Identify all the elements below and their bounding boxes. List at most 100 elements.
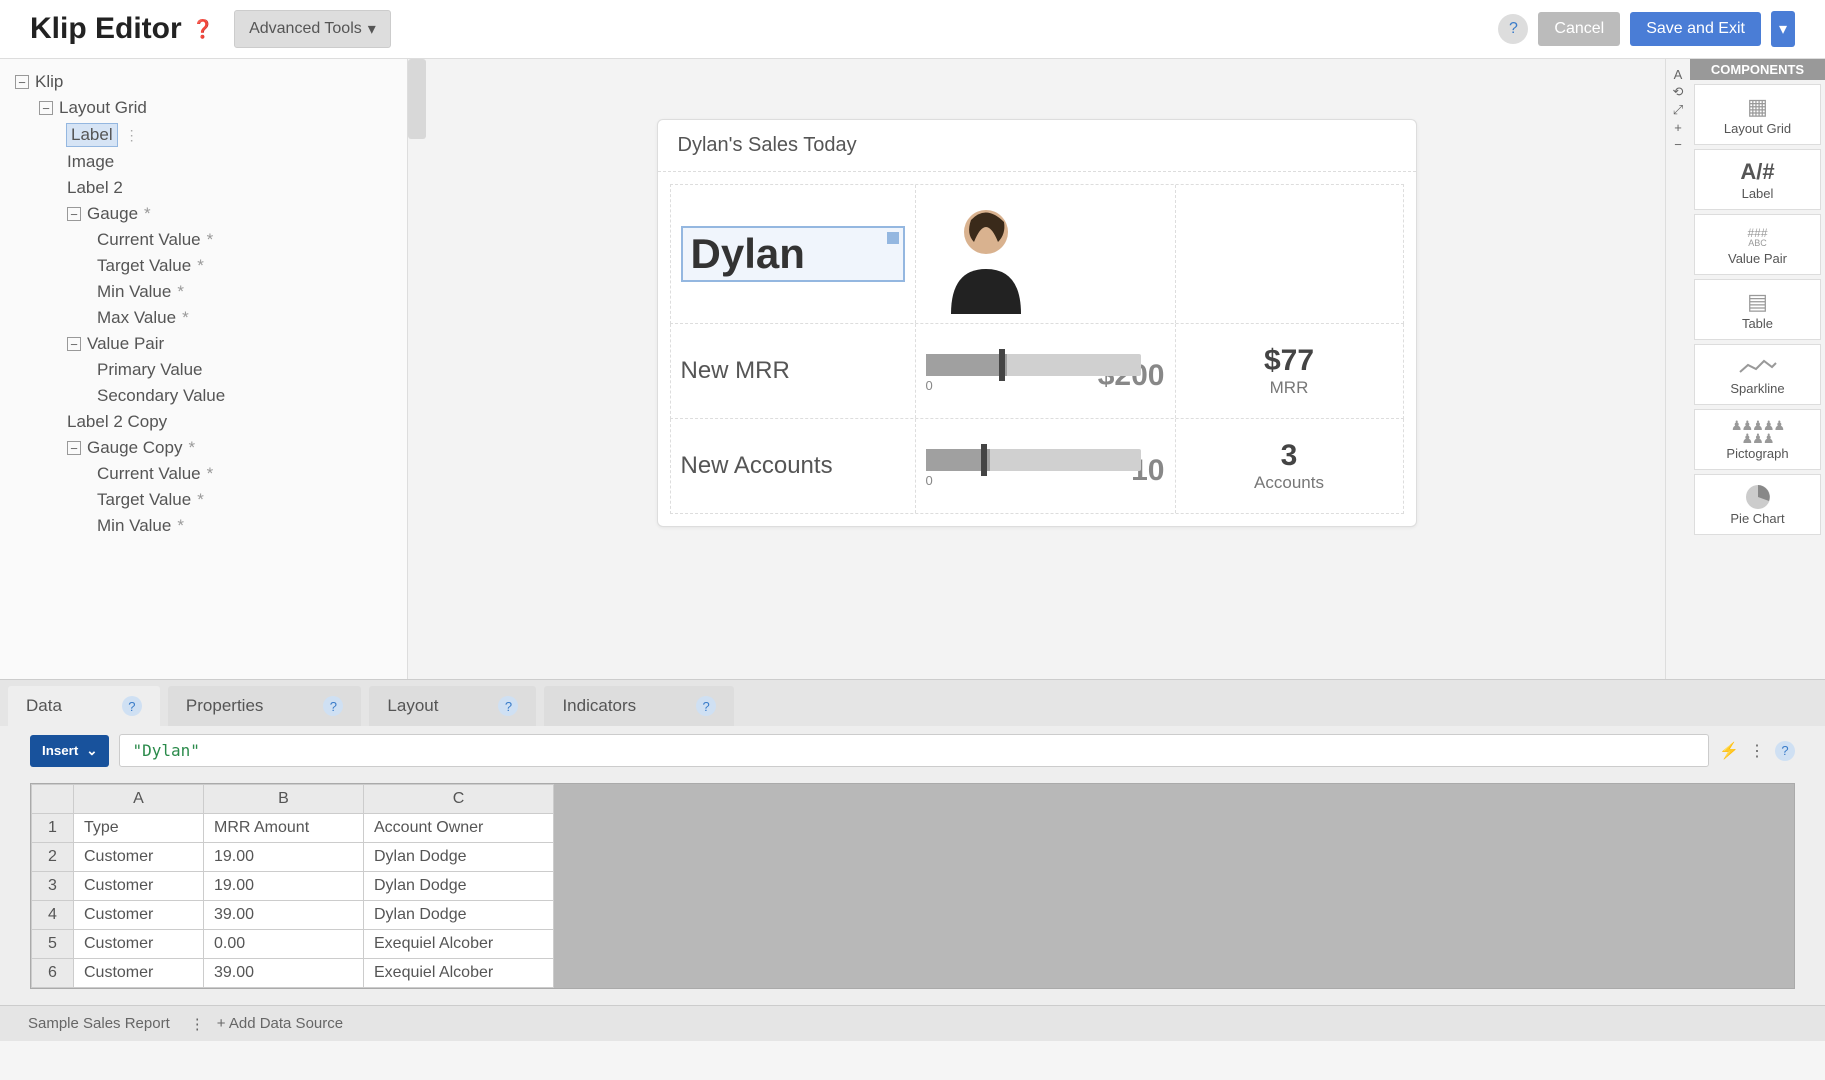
collapse-icon[interactable]: − [67, 207, 81, 221]
cell[interactable]: 19.00 [204, 843, 364, 872]
formula-input[interactable] [119, 734, 1709, 767]
collapse-icon[interactable]: − [67, 337, 81, 351]
tree-item-current-value-copy[interactable]: Current Value* [15, 461, 392, 487]
help-icon[interactable]: ? [323, 696, 343, 716]
cell[interactable]: Type [74, 814, 204, 843]
cell-image[interactable] [916, 185, 1176, 323]
tree-item-gauge[interactable]: −Gauge* [15, 201, 392, 227]
fit-icon[interactable]: ⤢ [1673, 102, 1683, 118]
help-icon[interactable]: ? [696, 696, 716, 716]
klip-title[interactable]: Dylan's Sales Today [658, 120, 1416, 172]
help-icon[interactable]: ❓ [192, 19, 214, 40]
more-icon[interactable]: ⋮ [1749, 741, 1765, 761]
lightning-icon[interactable]: ⚡ [1719, 741, 1739, 761]
save-dropdown-button[interactable]: ▾ [1771, 11, 1795, 47]
cell[interactable]: Customer [74, 872, 204, 901]
canvas[interactable]: Dylan's Sales Today Dylan New MRR [408, 59, 1665, 679]
component-pictograph[interactable]: ♟♟♟♟♟♟♟♟Pictograph [1694, 409, 1821, 470]
cell[interactable]: 19.00 [204, 872, 364, 901]
cell-accounts-label[interactable]: New Accounts [671, 419, 916, 513]
component-pie-chart[interactable]: Pie Chart [1694, 474, 1821, 535]
header-help-icon[interactable]: ? [1498, 14, 1528, 44]
table-row[interactable]: 2Customer19.00Dylan Dodge [32, 843, 554, 872]
tree-item-current-value[interactable]: Current Value* [15, 227, 392, 253]
splitter-handle[interactable] [408, 59, 426, 139]
cell-name[interactable]: Dylan [671, 185, 916, 323]
tree-item-primary-value[interactable]: Primary Value [15, 357, 392, 383]
cell[interactable]: Dylan Dodge [364, 872, 554, 901]
insert-button[interactable]: Insert⌄ [30, 735, 109, 767]
cell[interactable]: MRR Amount [204, 814, 364, 843]
table-row[interactable]: 4Customer39.00Dylan Dodge [32, 901, 554, 930]
help-icon[interactable]: ? [498, 696, 518, 716]
component-layout-grid[interactable]: ▦Layout Grid [1694, 84, 1821, 145]
add-data-source-button[interactable]: + Add Data Source [217, 1015, 343, 1032]
tab-properties[interactable]: Properties? [168, 686, 361, 726]
refresh-icon[interactable]: ⟲ [1673, 84, 1684, 100]
label-dylan[interactable]: Dylan [681, 226, 905, 282]
cell[interactable]: Customer [74, 901, 204, 930]
cell[interactable]: Customer [74, 930, 204, 959]
tab-layout[interactable]: Layout? [369, 686, 536, 726]
cell[interactable]: 39.00 [204, 959, 364, 988]
tree-item-min-value[interactable]: Min Value* [15, 279, 392, 305]
cell[interactable]: Dylan Dodge [364, 901, 554, 930]
table-row[interactable]: 6Customer39.00Exequiel Alcober [32, 959, 554, 988]
component-value-pair[interactable]: ###ABCValue Pair [1694, 214, 1821, 275]
advanced-tools-dropdown[interactable]: Advanced Tools ▾ [234, 10, 391, 48]
tab-data[interactable]: Data? [8, 686, 160, 726]
cell[interactable]: 39.00 [204, 901, 364, 930]
datasource-tab[interactable]: Sample Sales Report [20, 1012, 178, 1035]
component-sparkline[interactable]: Sparkline [1694, 344, 1821, 405]
col-header[interactable]: B [204, 785, 364, 814]
cell[interactable]: Customer [74, 959, 204, 988]
cell-mrr-label[interactable]: New MRR [671, 324, 916, 418]
tree-item-image[interactable]: Image [15, 149, 392, 175]
tree-item-klip[interactable]: −Klip [15, 69, 392, 95]
cell-accounts-gauge[interactable]: 010 [916, 419, 1176, 513]
table-row[interactable]: 1TypeMRR AmountAccount Owner [32, 814, 554, 843]
collapse-icon[interactable]: − [39, 101, 53, 115]
cell[interactable]: Exequiel Alcober [364, 959, 554, 988]
data-grid[interactable]: A B C 1TypeMRR AmountAccount Owner2Custo… [30, 783, 1795, 989]
cell-empty[interactable] [1176, 185, 1403, 323]
tree-item-target-value-copy[interactable]: Target Value* [15, 487, 392, 513]
selection-handle-icon[interactable] [887, 232, 899, 244]
tree-item-label[interactable]: Label⋮ [15, 121, 392, 149]
save-and-exit-button[interactable]: Save and Exit [1630, 12, 1761, 46]
tree-item-max-value[interactable]: Max Value* [15, 305, 392, 331]
tab-indicators[interactable]: Indicators? [544, 686, 734, 726]
tree-item-layout-grid[interactable]: −Layout Grid [15, 95, 392, 121]
cell[interactable]: Customer [74, 843, 204, 872]
help-icon[interactable]: ? [122, 696, 142, 716]
col-header[interactable]: A [74, 785, 204, 814]
collapse-icon[interactable]: − [67, 441, 81, 455]
component-label[interactable]: A/#Label [1694, 149, 1821, 210]
tree-item-secondary-value[interactable]: Secondary Value [15, 383, 392, 409]
collapse-icon[interactable]: − [15, 75, 29, 89]
tree-item-label2[interactable]: Label 2 [15, 175, 392, 201]
cell-mrr-value[interactable]: $77 MRR [1176, 324, 1403, 418]
tree-item-value-pair[interactable]: −Value Pair [15, 331, 392, 357]
table-row[interactable]: 3Customer19.00Dylan Dodge [32, 872, 554, 901]
drag-handle-icon[interactable]: ⋮ [125, 127, 139, 144]
tree-item-min-value-copy[interactable]: Min Value* [15, 513, 392, 539]
component-table[interactable]: ▤Table [1694, 279, 1821, 340]
cancel-button[interactable]: Cancel [1538, 12, 1620, 46]
cell[interactable]: Exequiel Alcober [364, 930, 554, 959]
tree-item-gauge-copy[interactable]: −Gauge Copy* [15, 435, 392, 461]
tree-item-label2-copy[interactable]: Label 2 Copy [15, 409, 392, 435]
cell[interactable]: Dylan Dodge [364, 843, 554, 872]
text-size-icon[interactable]: A [1674, 67, 1683, 82]
col-header[interactable]: C [364, 785, 554, 814]
cell-accounts-value[interactable]: 3 Accounts [1176, 419, 1403, 513]
table-row[interactable]: 5Customer0.00Exequiel Alcober [32, 930, 554, 959]
zoom-out-icon[interactable]: − [1674, 137, 1682, 152]
help-icon[interactable]: ? [1775, 741, 1795, 761]
cell[interactable]: Account Owner [364, 814, 554, 843]
cell-mrr-gauge[interactable]: 0$200 [916, 324, 1176, 418]
more-icon[interactable]: ⋮ [190, 1015, 205, 1033]
zoom-in-icon[interactable]: + [1674, 120, 1682, 135]
tree-item-target-value[interactable]: Target Value* [15, 253, 392, 279]
cell[interactable]: 0.00 [204, 930, 364, 959]
